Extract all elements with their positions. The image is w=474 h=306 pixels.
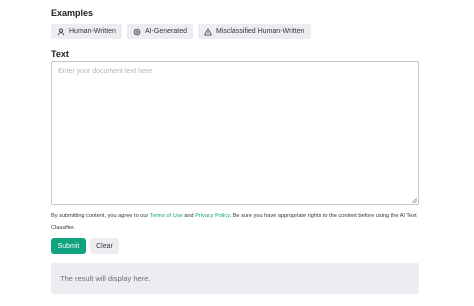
resize-handle-icon[interactable] (411, 197, 417, 203)
privacy-policy-link[interactable]: Privacy Policy (195, 213, 229, 219)
examples-title: Examples (51, 8, 94, 18)
warning-icon (204, 27, 212, 36)
result-panel: The result will display here. (51, 263, 419, 294)
person-icon (57, 28, 65, 36)
openai-logo-icon (133, 28, 141, 36)
text-title: Text (51, 49, 69, 59)
chip-label: Misclassified Human-Written (215, 28, 305, 35)
document-text-input[interactable] (52, 62, 418, 204)
terms-of-use-link[interactable]: Terms of Use (150, 213, 183, 219)
clear-button[interactable]: Clear (90, 238, 119, 254)
button-row: Submit Clear (51, 238, 119, 254)
example-ai-generated-button[interactable]: AI-Generated (126, 24, 193, 39)
disclaimer-and: and (182, 213, 196, 219)
chip-label: Human-Written (69, 28, 116, 35)
chip-label: AI-Generated (144, 28, 187, 35)
example-human-written-button[interactable]: Human-Written (51, 24, 122, 39)
disclaimer-prefix: By submitting content, you agree to our (51, 213, 150, 219)
example-misclassified-button[interactable]: Misclassified Human-Written (197, 24, 311, 39)
result-placeholder: The result will display here. (60, 274, 151, 283)
examples-row: Human-Written AI-Generated Misclassified… (51, 24, 311, 39)
disclaimer-text: By submitting content, you agree to our … (51, 210, 421, 234)
text-input-container (51, 61, 419, 205)
submit-button[interactable]: Submit (51, 238, 86, 254)
